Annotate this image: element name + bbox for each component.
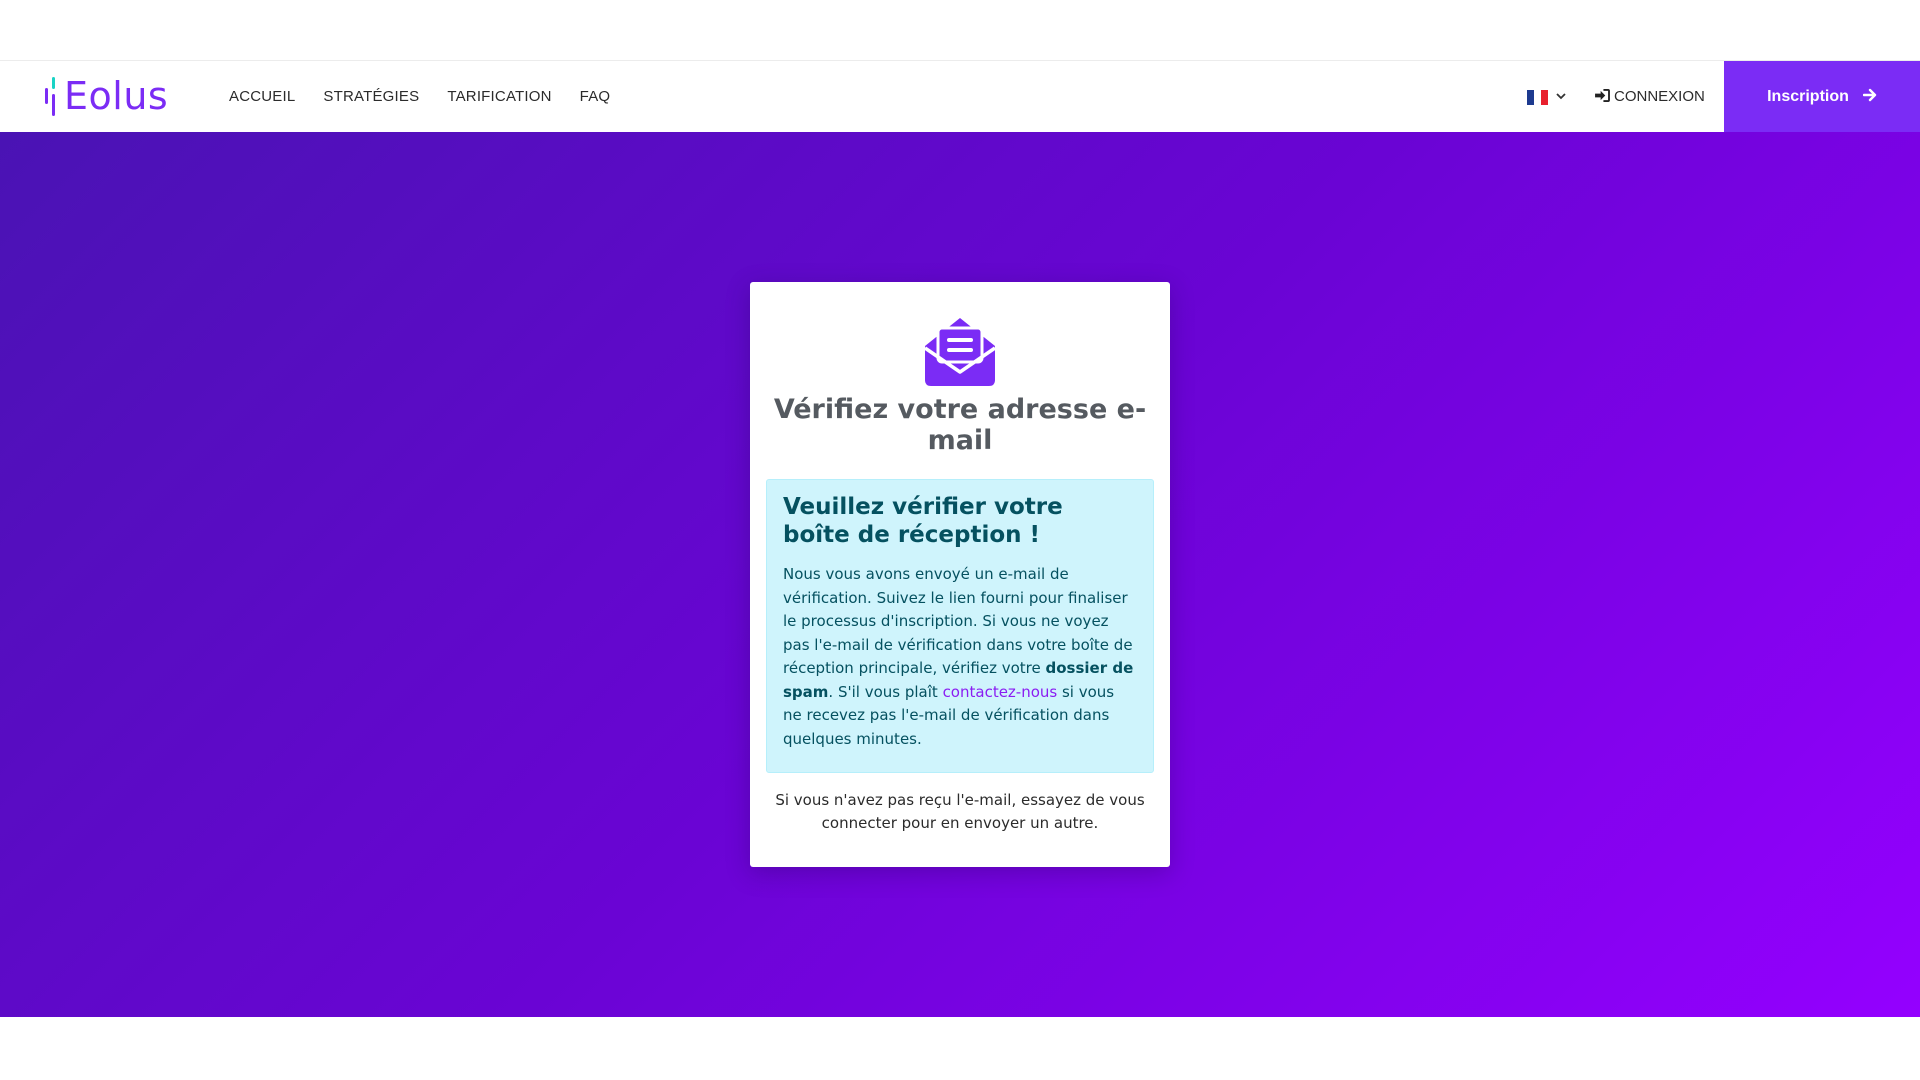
login-link[interactable]: CONNEXION: [1595, 85, 1705, 107]
login-label: CONNEXION: [1614, 87, 1705, 105]
envelope-open-text-icon: [921, 312, 999, 390]
chevron-down-icon: [1556, 92, 1566, 103]
resend-hint: Si vous n'avez pas reçu l'e-mail, essaye…: [775, 791, 1145, 832]
logo-mark-icon: [45, 75, 57, 117]
logo[interactable]: Eolus: [45, 73, 168, 119]
navbar: Eolus ACCUEIL STRATÉGIES TARIFICATION FA…: [0, 61, 1920, 132]
logo-text: Eolus: [64, 74, 169, 118]
sign-in-icon: [1595, 87, 1610, 106]
alert-text-part: . S'il vous plaît: [828, 682, 943, 701]
signup-button[interactable]: Inscription: [1724, 61, 1920, 132]
arrow-right-icon: [1862, 87, 1877, 106]
page-bottom: [0, 1017, 1920, 1080]
top-strip: [0, 0, 1920, 61]
nav-link-faq[interactable]: FAQ: [580, 88, 611, 105]
signup-label: Inscription: [1767, 87, 1849, 105]
flag-france-icon: [1527, 89, 1548, 105]
nav-link-tarification[interactable]: TARIFICATION: [447, 88, 551, 105]
main-nav: ACCUEIL STRATÉGIES TARIFICATION FAQ: [229, 61, 610, 132]
contact-us-link[interactable]: contactez-nous: [943, 683, 1058, 701]
language-selector[interactable]: [1527, 87, 1566, 107]
hero-background: Vérifiez votre adresse e-mail Veuillez v…: [0, 132, 1920, 1017]
info-alert: Veuillez vérifier votre boîte de récepti…: [766, 479, 1154, 773]
verification-card: Vérifiez votre adresse e-mail Veuillez v…: [750, 282, 1170, 867]
alert-text: Nous vous avons envoyé un e-mail de véri…: [783, 563, 1137, 751]
card-title: Vérifiez votre adresse e-mail: [773, 394, 1147, 456]
nav-link-accueil[interactable]: ACCUEIL: [229, 88, 295, 105]
alert-heading: Veuillez vérifier votre boîte de récepti…: [783, 494, 1063, 548]
nav-link-strategies[interactable]: STRATÉGIES: [323, 88, 419, 105]
